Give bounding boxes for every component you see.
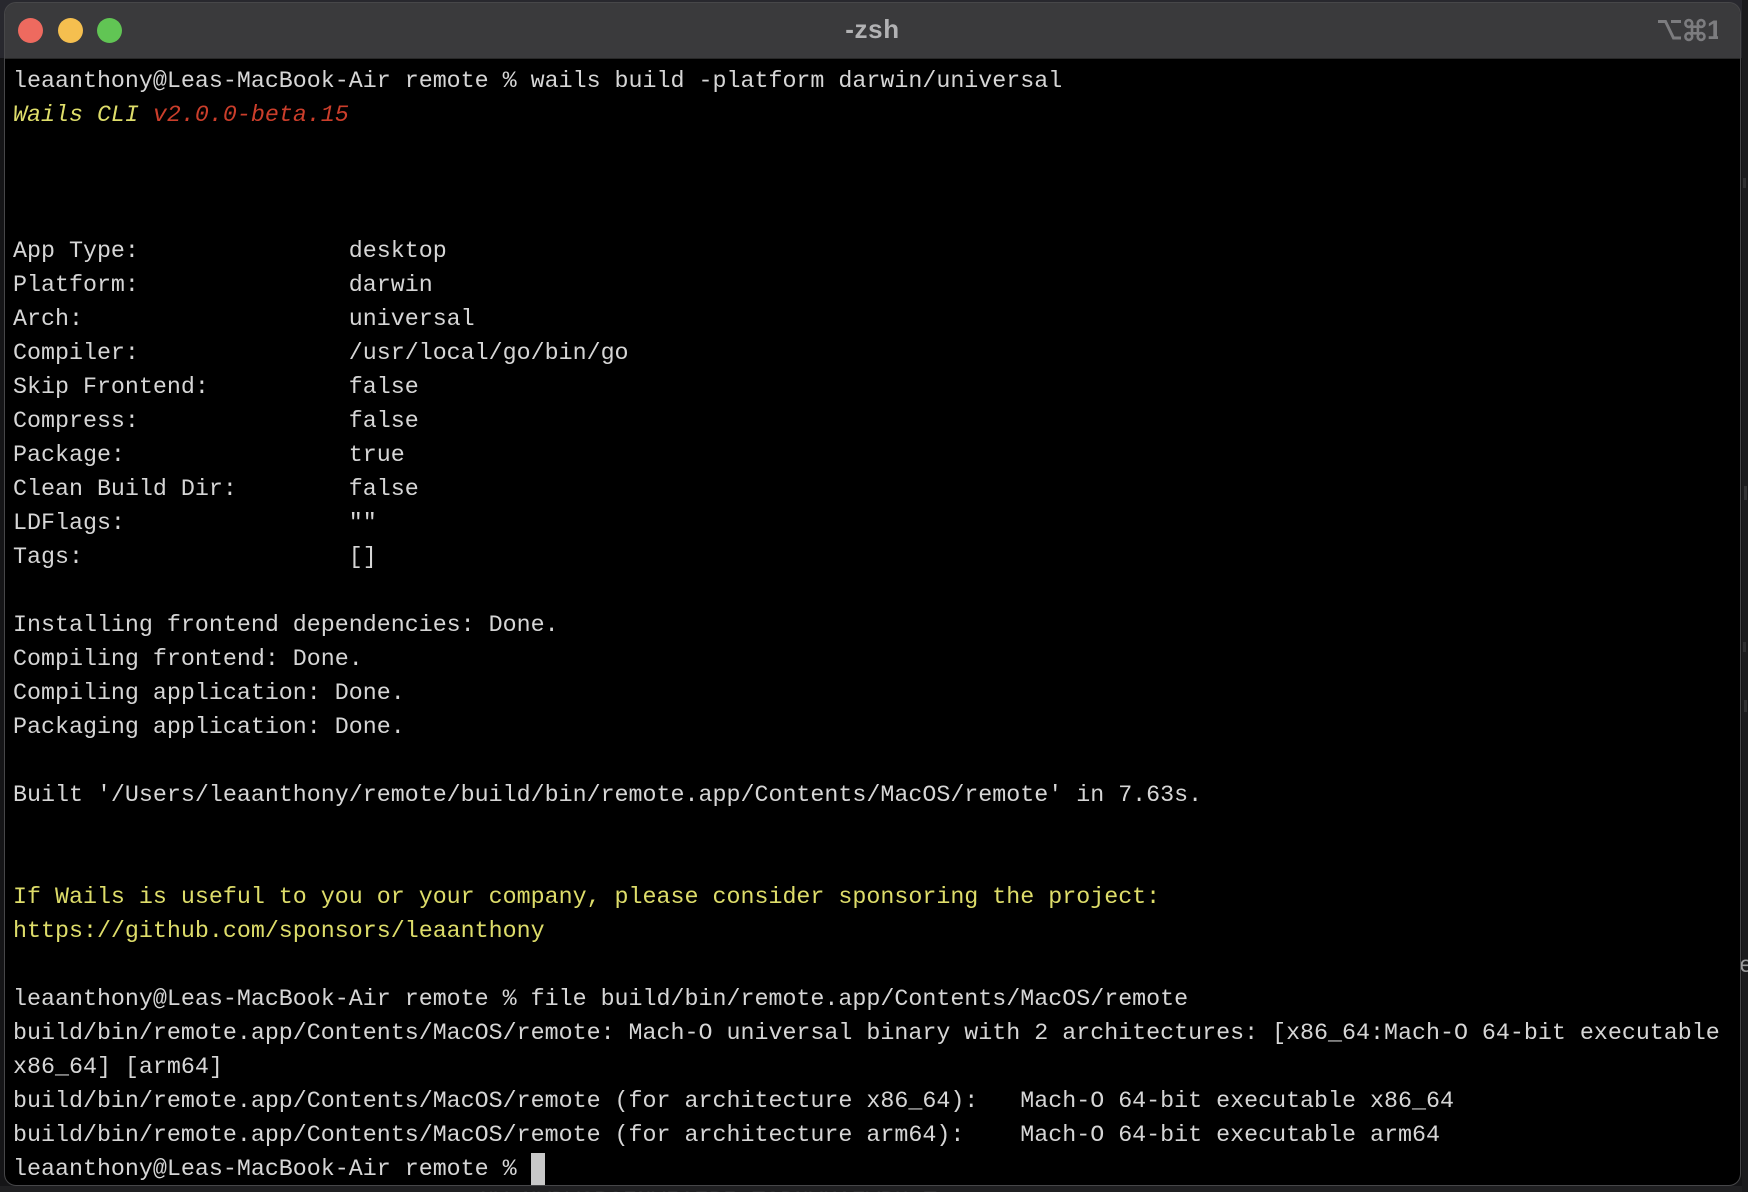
svg-text:1: 1	[1707, 15, 1718, 45]
